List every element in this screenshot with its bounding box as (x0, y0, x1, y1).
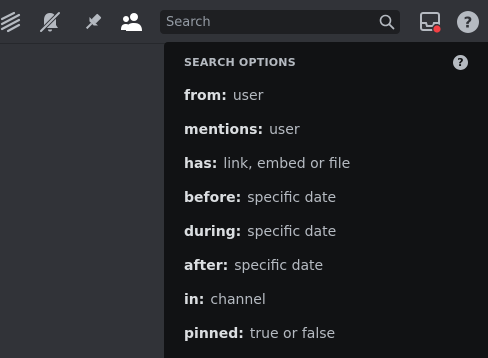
channel-header-toolbar: ? (0, 0, 488, 44)
option-hint: specific date (247, 224, 337, 240)
search-option-mentions[interactable]: mentions: user (176, 113, 476, 147)
search-options-list: from: user mentions: user has: link, emb… (176, 79, 476, 351)
search-options-help-icon[interactable]: ? (453, 54, 468, 70)
option-hint: specific date (247, 190, 337, 206)
option-key: before: (184, 190, 242, 206)
help-icon[interactable]: ? (454, 8, 482, 36)
option-key: during: (184, 224, 242, 240)
option-key: mentions: (184, 122, 264, 138)
search-box[interactable] (160, 10, 400, 34)
option-hint: specific date (234, 258, 324, 274)
inbox-icon[interactable] (416, 8, 444, 36)
search-option-pinned[interactable]: pinned: true or false (176, 317, 476, 351)
option-key: in: (184, 292, 205, 308)
option-hint: channel (210, 292, 266, 308)
option-hint: user (232, 88, 264, 104)
search-option-during[interactable]: during: specific date (176, 215, 476, 249)
search-input[interactable] (160, 10, 376, 34)
search-option-has[interactable]: has: link, embed or file (176, 147, 476, 181)
pinned-messages-icon[interactable] (79, 8, 107, 36)
search-options-title: SEARCH OPTIONS (184, 55, 296, 69)
option-key: after: (184, 258, 229, 274)
option-hint: link, embed or file (223, 156, 351, 172)
option-key: has: (184, 156, 218, 172)
inbox-unread-badge (433, 25, 441, 33)
search-option-after[interactable]: after: specific date (176, 249, 476, 283)
search-icon[interactable] (376, 10, 398, 34)
option-key: pinned: (184, 326, 244, 342)
search-options-header: SEARCH OPTIONS ? (184, 54, 468, 70)
option-key: from: (184, 88, 227, 104)
option-hint: user (269, 122, 300, 138)
search-option-in[interactable]: in: channel (176, 283, 476, 317)
app-root: ? SEARCH OPTIONS ? from: user mentions: … (0, 0, 488, 358)
help-glyph: ? (464, 14, 473, 32)
search-options-popout: SEARCH OPTIONS ? from: user mentions: us… (164, 42, 488, 358)
search-option-before[interactable]: before: specific date (176, 181, 476, 215)
threads-icon[interactable] (0, 8, 25, 36)
search-option-from[interactable]: from: user (176, 79, 476, 113)
option-hint: true or false (249, 326, 336, 342)
member-list-icon[interactable] (118, 8, 146, 36)
notification-settings-muted-icon[interactable] (36, 8, 64, 36)
